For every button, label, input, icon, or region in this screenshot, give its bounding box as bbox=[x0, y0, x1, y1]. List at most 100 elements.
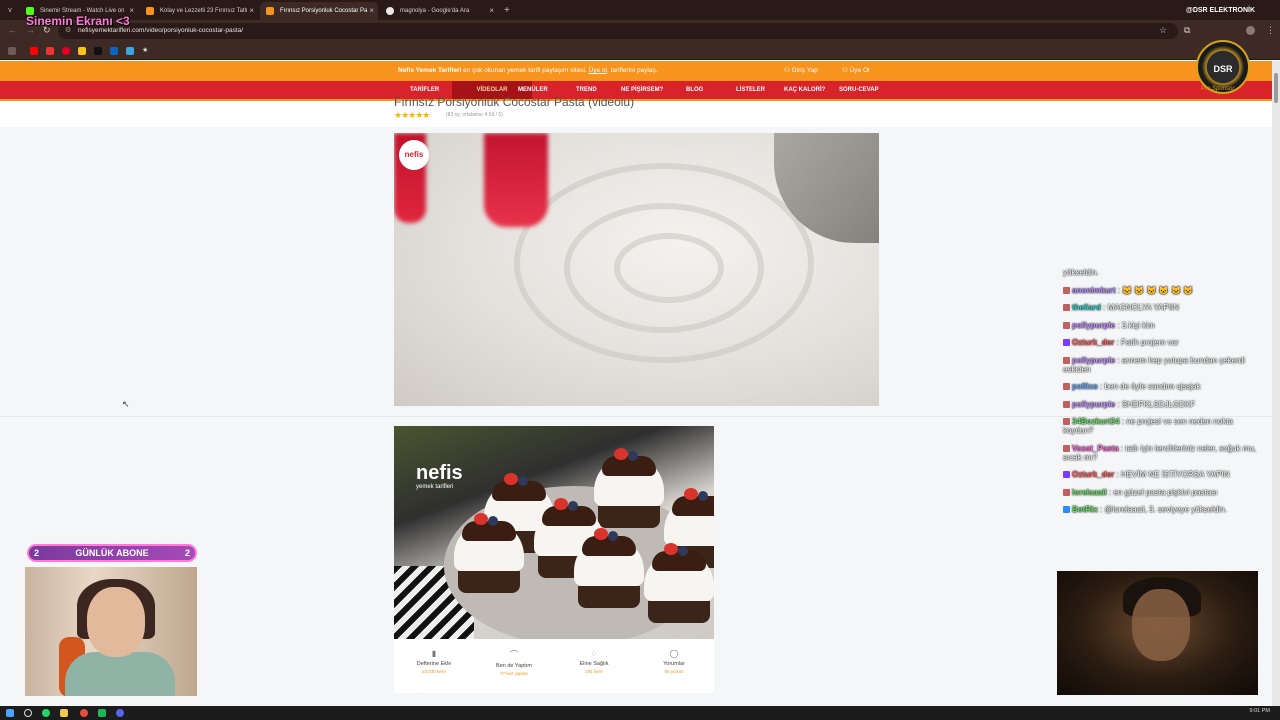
file-explorer-icon[interactable] bbox=[60, 709, 68, 717]
widget-label: GÜNLÜK ABONE bbox=[75, 548, 149, 558]
i-made-it-button[interactable]: ⌒ Ben de Yaptım 77 kez yapıldı bbox=[474, 649, 554, 676]
login-link[interactable]: ⚇ Giriş Yap bbox=[784, 61, 818, 81]
screen: v Sinemir Stream - Watch Live on × Kolay … bbox=[0, 0, 1280, 720]
site-nav: TARİFLER VİDEOLAR MENÜLER TREND NE PİŞİR… bbox=[0, 81, 1272, 99]
bookmark-icon[interactable] bbox=[46, 47, 54, 55]
tiktok-bookmark-icon[interactable] bbox=[94, 47, 102, 55]
badge-icon bbox=[1063, 304, 1070, 311]
badge-icon bbox=[1063, 471, 1070, 478]
nav-kac-kalori[interactable]: KAÇ KALORİ? bbox=[784, 81, 825, 99]
chat-message: theliard : MAGNOLYA YAPIIN bbox=[1063, 303, 1258, 312]
badge-icon bbox=[1063, 506, 1070, 513]
rating-text: (83 oy, ortalama: 4.59 / 5) bbox=[446, 112, 503, 118]
applause-icon: ◌ bbox=[591, 649, 597, 658]
whatsapp-icon[interactable] bbox=[42, 709, 50, 717]
chat-message: lorelaaaii : en güzel pasta pişkivi past… bbox=[1063, 488, 1258, 497]
system-clock[interactable]: 9:01 PM bbox=[1250, 708, 1270, 714]
tab-2[interactable]: Fırınsız Porsiyonluk Cocostar Pa × bbox=[260, 2, 378, 20]
cake-portion bbox=[574, 528, 644, 616]
chat-user: Ozturk_der bbox=[1072, 338, 1115, 347]
promo-text: en çok okunan yemek tarifi paylaşım site… bbox=[461, 67, 589, 74]
badge-icon bbox=[1063, 321, 1070, 329]
action-count: 85 yorum bbox=[664, 669, 684, 674]
profile-avatar[interactable] bbox=[1246, 26, 1255, 35]
scrollbar-thumb[interactable] bbox=[1274, 73, 1278, 103]
promo-brand: Nefis Yemek Tarifleri bbox=[398, 67, 462, 74]
photo-logo-sub: yemek tarifleri bbox=[416, 484, 454, 490]
badge-icon bbox=[1063, 444, 1070, 452]
login-label: Giriş Yap bbox=[791, 67, 818, 74]
page-title: Fırınsız Porsiyonluk Cocostar Pasta (vid… bbox=[394, 95, 635, 109]
new-tab-button[interactable]: + bbox=[504, 2, 510, 20]
tab-close-icon[interactable]: × bbox=[249, 2, 254, 20]
rating-stars[interactable]: ★★★★★ bbox=[394, 110, 430, 121]
add-to-notebook-button[interactable]: ▮ Defterine Ekle 23.030 kere bbox=[394, 649, 474, 674]
start-icon[interactable] bbox=[6, 709, 14, 717]
chat-message: Ozturk_der : HEVİM NE İSTİYORSA YAPIN bbox=[1063, 470, 1258, 479]
promo-bar: Nefis Yemek Tarifleri en çok okunan yeme… bbox=[0, 61, 1272, 81]
promo-signup-link[interactable]: Üye ol bbox=[589, 67, 607, 74]
tab-close-icon[interactable]: × bbox=[369, 2, 374, 20]
nav-listeler[interactable]: LİSTELER bbox=[736, 81, 765, 99]
chat-user: lorelaaaii bbox=[1072, 487, 1107, 497]
badge-icon bbox=[1063, 400, 1070, 408]
badge-icon bbox=[1063, 286, 1070, 294]
chat-text: : en güzel pasta pişkivi pastası bbox=[1106, 487, 1218, 497]
star-bookmark-icon[interactable]: ★ bbox=[142, 47, 150, 55]
badge-icon bbox=[1063, 488, 1070, 496]
bookmark-icon[interactable] bbox=[78, 47, 86, 55]
badge-icon bbox=[1063, 339, 1070, 346]
recipe-actions: ▮ Defterine Ekle 23.030 kere ⌒ Ben de Yaptı… bbox=[394, 639, 714, 693]
recipe-photo[interactable]: nefis yemek tarifleri bbox=[394, 426, 714, 639]
tab-close-icon[interactable]: × bbox=[129, 2, 134, 20]
chat-message: BotRix : @lorelaaaii, 3. seviyeye yüksel… bbox=[1063, 505, 1258, 514]
sponsor-handle: @DSR ELEKTRONİK bbox=[1186, 7, 1256, 14]
recipe-video[interactable]: nefis bbox=[394, 133, 879, 406]
page-scrollbar[interactable] bbox=[1272, 61, 1280, 706]
tab-favicon-icon bbox=[386, 7, 394, 15]
chat-text: : @lorelaaaii, 3. seviyeye yükseldin. bbox=[1097, 505, 1227, 514]
chat-text: : ben de öyle sandım sjssjak bbox=[1097, 382, 1201, 391]
register-link[interactable]: ⚇ Üye Ol bbox=[842, 61, 870, 81]
tab-1[interactable]: Kolay ve Lezzetli 23 Fırınsız Tatlı × bbox=[140, 2, 258, 20]
register-label: Üye Ol bbox=[849, 67, 870, 74]
url-field[interactable]: ⚙ nefisyemektarifleri.com/video/porsiyonl… bbox=[58, 23, 1178, 39]
app-icon[interactable] bbox=[98, 709, 106, 717]
chat-message: yükseldin. bbox=[1063, 268, 1258, 277]
action-label: Yorumlar bbox=[663, 661, 685, 667]
tab-favicon-icon bbox=[266, 7, 274, 15]
browser-menu-icon[interactable]: ⋮ bbox=[1266, 25, 1275, 36]
chat-user: 34Bozkurt34 bbox=[1072, 417, 1120, 426]
cake-portion bbox=[454, 513, 524, 601]
bookmark-star-icon[interactable]: ☆ bbox=[1159, 25, 1167, 36]
chat-text: : MAGNOLYA YAPIIN bbox=[1100, 303, 1180, 312]
photo-logo: nefis bbox=[416, 462, 463, 484]
tab-search-icon[interactable]: v bbox=[2, 2, 18, 20]
search-icon[interactable] bbox=[24, 709, 32, 717]
action-count: 291 kere bbox=[585, 669, 603, 674]
chat-text: : 3.kişi kim bbox=[1115, 320, 1155, 330]
tab-3[interactable]: magnolya - Google'da Ara × bbox=[380, 2, 498, 20]
discord-icon[interactable] bbox=[116, 709, 124, 717]
url-text: nefisyemektarifleri.com/video/porsiyonlu… bbox=[78, 27, 244, 34]
chat-user: theliard bbox=[1072, 303, 1101, 312]
pinterest-bookmark-icon[interactable] bbox=[62, 47, 70, 55]
comments-button[interactable]: ◯ Yorumlar 85 yorum bbox=[634, 649, 714, 674]
chef-hat-icon: ⌒ bbox=[510, 650, 518, 659]
chrome-icon[interactable] bbox=[80, 709, 88, 717]
back-icon[interactable]: ← bbox=[8, 25, 17, 35]
extensions-icon[interactable]: ⧉ bbox=[1184, 25, 1190, 36]
title-area: Fırınsız Porsiyonluk Cocostar Pasta (vid… bbox=[0, 95, 1272, 127]
youtube-bookmark-icon[interactable] bbox=[30, 47, 38, 55]
chat-user: Vasat_Pasta bbox=[1072, 443, 1119, 453]
comment-icon: ◯ bbox=[669, 649, 679, 658]
nav-blog[interactable]: BLOG bbox=[686, 81, 703, 99]
bookmark-icon[interactable] bbox=[126, 47, 134, 55]
nav-soru-cevap[interactable]: SORU-CEVAP bbox=[839, 81, 879, 99]
linkedin-bookmark-icon[interactable] bbox=[110, 47, 118, 55]
chat-user: anonimkurt bbox=[1072, 285, 1116, 295]
eline-saglik-button[interactable]: ◌ Eline Sağlık 291 kere bbox=[554, 649, 634, 674]
browser-tab-bar: v Sinemir Stream - Watch Live on × Kolay … bbox=[0, 0, 1280, 20]
tab-close-icon[interactable]: × bbox=[489, 2, 494, 20]
apps-icon[interactable] bbox=[8, 47, 16, 55]
